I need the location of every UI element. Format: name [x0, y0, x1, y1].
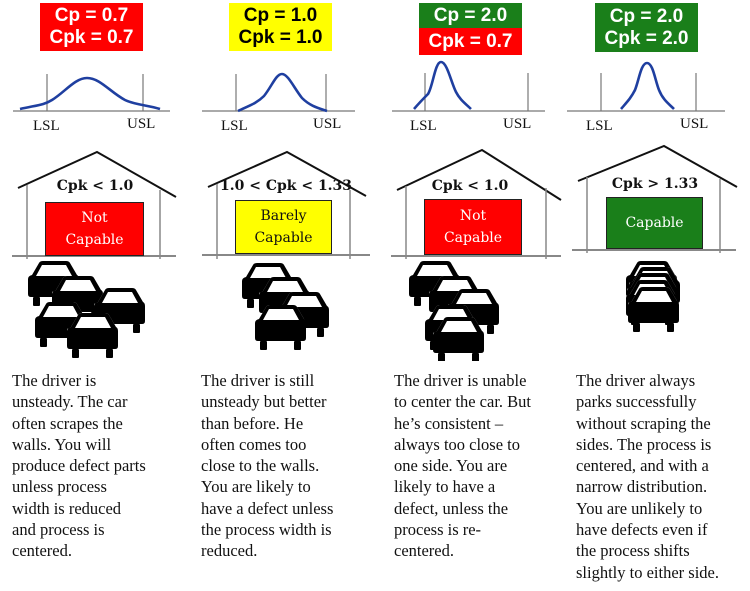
cpk-condition: Cpk > 1.33	[611, 176, 699, 192]
verdict-line-2: Capable	[443, 230, 503, 246]
usl-label: USL	[313, 116, 342, 132]
distribution-chart	[567, 61, 725, 112]
cars-icon	[626, 261, 680, 332]
description: The driver always parks successfully wit…	[576, 370, 750, 583]
description: The driver is unsteady. The car often sc…	[12, 370, 187, 562]
lsl-label: LSL	[586, 118, 613, 134]
description-line: defect, unless the	[394, 498, 509, 518]
description-line: unsteady but better	[201, 392, 327, 412]
description-line: You are likely to	[201, 477, 311, 497]
verdict-line-1: Barely	[260, 208, 307, 224]
verdict-line-1: Not	[81, 210, 108, 226]
cpk-value: Cpk = 2.0	[604, 28, 689, 49]
distribution-chart	[392, 60, 545, 112]
description-line: the process width is	[201, 520, 332, 540]
verdict-line-2: Capable	[65, 232, 124, 248]
description-line: produce defect parts	[12, 456, 146, 476]
cpk-value: Cpk = 0.7	[49, 27, 134, 48]
capability-badge: Cp = 1.0 Cpk = 1.0	[229, 3, 332, 51]
lsl-label: LSL	[410, 118, 437, 134]
verdict-box: Not Capable	[45, 202, 144, 256]
cars-icon	[409, 261, 499, 361]
description-line: unsteady. The car	[12, 392, 128, 412]
cars-icon	[28, 261, 145, 358]
description-line: narrow distribution.	[576, 477, 708, 497]
cars-icon	[242, 263, 329, 350]
description-line: width is reduced	[12, 498, 122, 518]
description-line: often comes too	[201, 434, 307, 454]
cp-value: Cp = 2.0	[609, 6, 684, 27]
capability-badge: Cp = 2.0 Cpk = 2.0	[595, 3, 698, 52]
usl-label: USL	[680, 116, 709, 132]
description-line: without scraping the	[576, 413, 711, 433]
description-line: to center the car. But	[394, 392, 531, 412]
description-line: centered.	[12, 541, 72, 561]
description-line: The driver is unable	[394, 371, 527, 390]
distribution-chart	[202, 72, 355, 113]
description-line: the process shifts	[576, 541, 690, 561]
verdict-line-2: Capable	[254, 230, 313, 246]
description-line: always too close to	[394, 434, 521, 454]
description-line: walls. You will	[12, 434, 112, 454]
description-line: reduced.	[201, 541, 258, 561]
capability-badge: Cp = 2.0 Cpk = 0.7	[419, 3, 522, 55]
description: The driver is unable to center the car. …	[394, 370, 574, 562]
description-line: parks successfully	[576, 392, 697, 412]
description-line: have a defect unless	[201, 498, 334, 518]
description-line: You are unlikely to	[576, 498, 703, 518]
usl-label: USL	[127, 116, 156, 132]
description-line: often scrapes the	[12, 413, 123, 433]
description-line: than before. He	[201, 413, 304, 433]
verdict-line-1: Capable	[625, 215, 684, 231]
description-line: The driver always	[576, 371, 696, 390]
verdict-box: Capable	[606, 197, 703, 249]
capability-badge: Cp = 0.7 Cpk = 0.7	[40, 3, 143, 51]
distribution-curve	[237, 72, 328, 113]
cpk-condition: Cpk < 1.0	[56, 178, 134, 194]
cp-value: Cp = 1.0	[243, 5, 318, 26]
cpk-condition: 1.0 < Cpk < 1.33	[220, 178, 353, 194]
verdict-box: Not Capable	[424, 199, 522, 255]
usl-label: USL	[503, 116, 532, 132]
description-line: have defects even if	[576, 520, 708, 540]
description-line: likely to have a	[394, 477, 496, 497]
description-line: sides. The process is	[576, 434, 712, 454]
description-line: slightly to either side.	[576, 562, 719, 582]
description-line: The driver is still	[201, 371, 315, 390]
lsl-label: LSL	[33, 118, 60, 134]
description-line: The driver is	[12, 371, 97, 390]
description-line: process is re-	[394, 520, 482, 540]
cpk-value: Cpk = 0.7	[419, 28, 522, 55]
description-line: and process is	[12, 520, 105, 540]
lsl-label: LSL	[221, 118, 248, 134]
description-line: unless process	[12, 477, 107, 497]
description: The driver is still unsteady but better …	[201, 370, 376, 562]
verdict-line-1: Not	[459, 208, 487, 224]
description-line: close to the walls.	[201, 456, 320, 476]
verdict-box: Barely Capable	[235, 200, 332, 254]
distribution-curve	[620, 61, 675, 110]
cpk-condition: Cpk < 1.0	[431, 178, 509, 194]
description-line: centered.	[394, 541, 454, 561]
cp-value: Cp = 2.0	[419, 3, 522, 28]
cp-value: Cp = 0.7	[54, 5, 129, 26]
description-line: centered, and with a	[576, 456, 709, 476]
cpk-value: Cpk = 1.0	[238, 27, 323, 48]
distribution-curve	[413, 60, 472, 110]
distribution-chart	[13, 74, 170, 112]
description-line: he’s consistent –	[394, 413, 504, 433]
distribution-curve	[19, 76, 161, 111]
description-line: one side. You are	[394, 456, 508, 476]
